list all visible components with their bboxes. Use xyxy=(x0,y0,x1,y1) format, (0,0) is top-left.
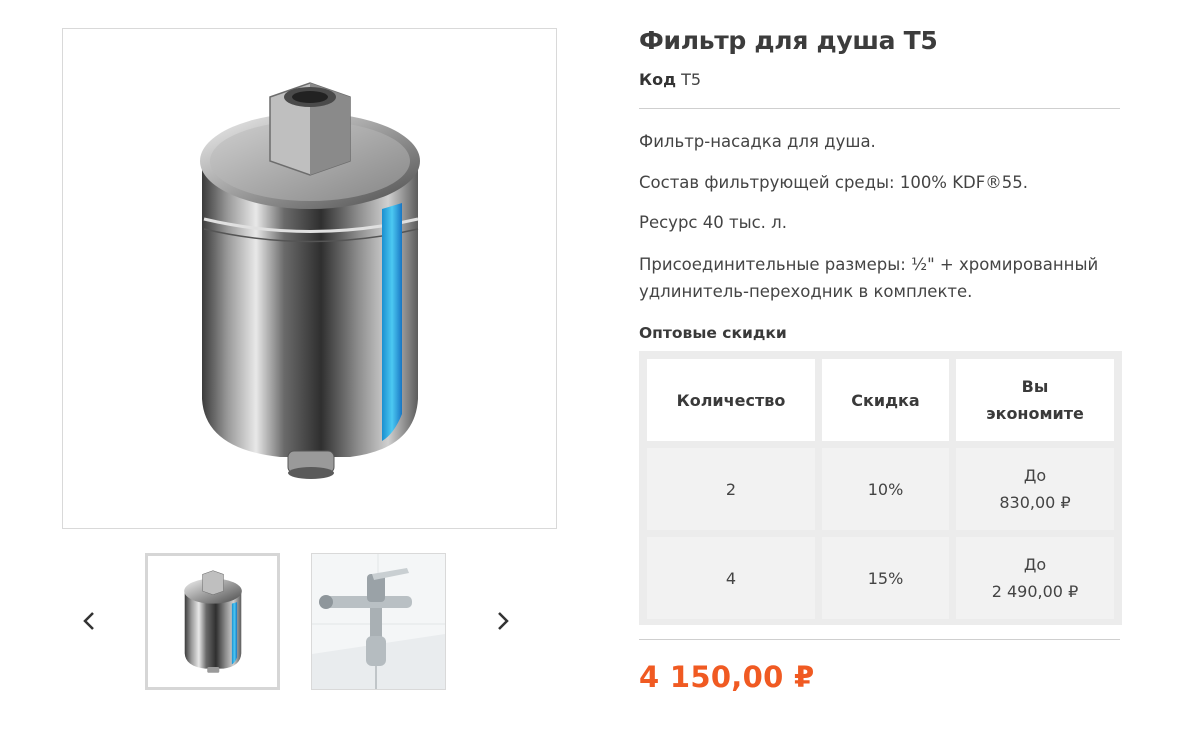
gallery-thumbnail-2[interactable] xyxy=(311,553,446,690)
product-price: 4 150,00 ₽ xyxy=(639,660,815,694)
gallery-next-button[interactable] xyxy=(488,604,518,638)
row-1-savings-amount: 830,00 ₽ xyxy=(999,493,1071,512)
description-line-3: Ресурс 40 тыс. л. xyxy=(639,213,787,232)
chevron-right-icon xyxy=(498,612,509,630)
column-header-discount: Скидка xyxy=(822,359,949,441)
product-code-label: Код xyxy=(639,70,676,89)
row-2-savings-amount: 2 490,00 ₽ xyxy=(991,582,1079,601)
divider xyxy=(639,639,1120,640)
description-line-1: Фильтр-насадка для душа. xyxy=(639,132,876,151)
divider xyxy=(639,108,1120,109)
chevron-left-icon xyxy=(83,612,94,630)
row-1-savings: До 830,00 ₽ xyxy=(956,448,1114,530)
faucet-installation-image xyxy=(312,554,445,689)
row-2-discount: 15% xyxy=(822,537,949,619)
row-2-savings: До 2 490,00 ₽ xyxy=(956,537,1114,619)
row-2-quantity: 4 xyxy=(647,537,815,619)
description-line-2: Состав фильтрующей среды: 100% KDF®55. xyxy=(639,173,1028,192)
description-line-4: Присоединительные размеры: ½" + хромиров… xyxy=(639,255,1099,301)
shower-filter-thumbnail-image xyxy=(183,569,242,673)
product-code: Код T5 xyxy=(639,70,701,89)
column-header-savings: Вы экономите xyxy=(956,359,1114,441)
product-title: Фильтр для душа Т5 xyxy=(639,26,938,55)
shower-filter-image xyxy=(199,81,420,479)
row-1-savings-prefix: До xyxy=(1023,466,1047,485)
product-code-value: T5 xyxy=(681,70,702,89)
row-1-quantity: 2 xyxy=(647,448,815,530)
gallery-prev-button[interactable] xyxy=(74,604,104,638)
discount-table: Количество Скидка Вы экономите 2 10% До … xyxy=(639,351,1122,625)
column-header-quantity: Количество xyxy=(647,359,815,441)
row-2-savings-prefix: До xyxy=(1023,555,1047,574)
wholesale-discounts-heading: Оптовые скидки xyxy=(639,324,787,342)
gallery-thumbnail-1[interactable] xyxy=(145,553,280,690)
product-main-image[interactable] xyxy=(62,28,557,529)
row-1-discount: 10% xyxy=(822,448,949,530)
